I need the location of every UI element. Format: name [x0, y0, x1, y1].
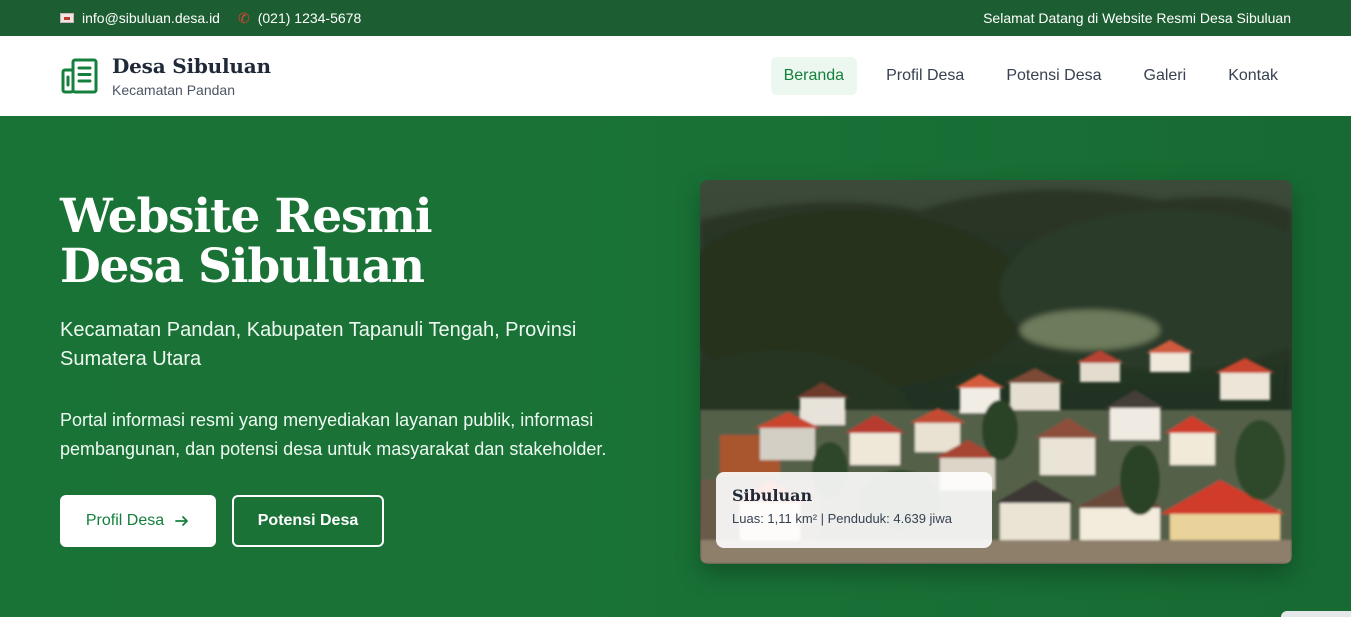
phone-contact[interactable]: ✆ (021) 1234-5678: [238, 10, 361, 26]
top-bar: info@sibuluan.desa.id ✆ (021) 1234-5678 …: [0, 0, 1351, 36]
scroll-corner: [1281, 611, 1351, 617]
phone-text[interactable]: (021) 1234-5678: [258, 10, 362, 26]
hero-title: Website Resmi Desa Sibuluan: [60, 192, 660, 292]
nav-item-beranda[interactable]: Beranda: [770, 57, 858, 95]
hero-subtitle: Kecamatan Pandan, Kabupaten Tapanuli Ten…: [60, 319, 577, 370]
potensi-desa-button[interactable]: Potensi Desa: [232, 495, 384, 547]
email-contact[interactable]: info@sibuluan.desa.id: [60, 10, 220, 26]
building-icon: [61, 58, 98, 94]
nav-item-profil-desa[interactable]: Profil Desa: [873, 57, 977, 95]
contact-info: info@sibuluan.desa.id ✆ (021) 1234-5678: [60, 10, 361, 26]
caption-meta: Luas: 1,11 km² | Penduduk: 4.639 jiwa: [732, 511, 952, 526]
mail-icon: [60, 13, 74, 23]
hero-buttons: Profil Desa Potensi Desa: [60, 495, 660, 547]
hero-title-line-2: Desa Sibuluan: [60, 239, 425, 294]
profil-desa-button-label: Profil Desa: [85, 512, 165, 529]
brand-subtitle: Kecamatan Pandan: [112, 82, 235, 98]
main-nav: Beranda Profil Desa Potensi Desa Galeri …: [770, 57, 1291, 95]
brand[interactable]: Desa Sibuluan Kecamatan Pandan: [60, 54, 271, 98]
nav-item-galeri[interactable]: Galeri: [1131, 57, 1200, 95]
navbar: Desa Sibuluan Kecamatan Pandan Beranda P…: [0, 36, 1351, 116]
village-photo-card: Sibuluan Luas: 1,11 km² | Penduduk: 4.63…: [700, 180, 1292, 564]
hero-section: Website Resmi Desa Sibuluan Kecamatan Pa…: [0, 116, 1351, 617]
phone-icon: ✆: [237, 10, 250, 26]
nav-item-kontak[interactable]: Kontak: [1215, 57, 1291, 95]
profil-desa-button[interactable]: Profil Desa: [60, 495, 216, 547]
hero-title-line-1: Website Resmi: [60, 189, 433, 244]
welcome-text: Selamat Datang di Website Resmi Desa Sib…: [983, 10, 1291, 26]
photo-caption: Sibuluan Luas: 1,11 km² | Penduduk: 4.63…: [716, 472, 992, 548]
caption-title: Sibuluan: [732, 486, 813, 505]
brand-name[interactable]: Desa Sibuluan: [112, 54, 271, 78]
email-text[interactable]: info@sibuluan.desa.id: [82, 10, 220, 26]
hero-content: Website Resmi Desa Sibuluan Kecamatan Pa…: [60, 192, 660, 547]
hero-description: Portal informasi resmi yang menyediakan …: [60, 410, 607, 459]
nav-item-potensi-desa[interactable]: Potensi Desa: [993, 57, 1114, 95]
arrow-right-icon: [175, 516, 189, 526]
